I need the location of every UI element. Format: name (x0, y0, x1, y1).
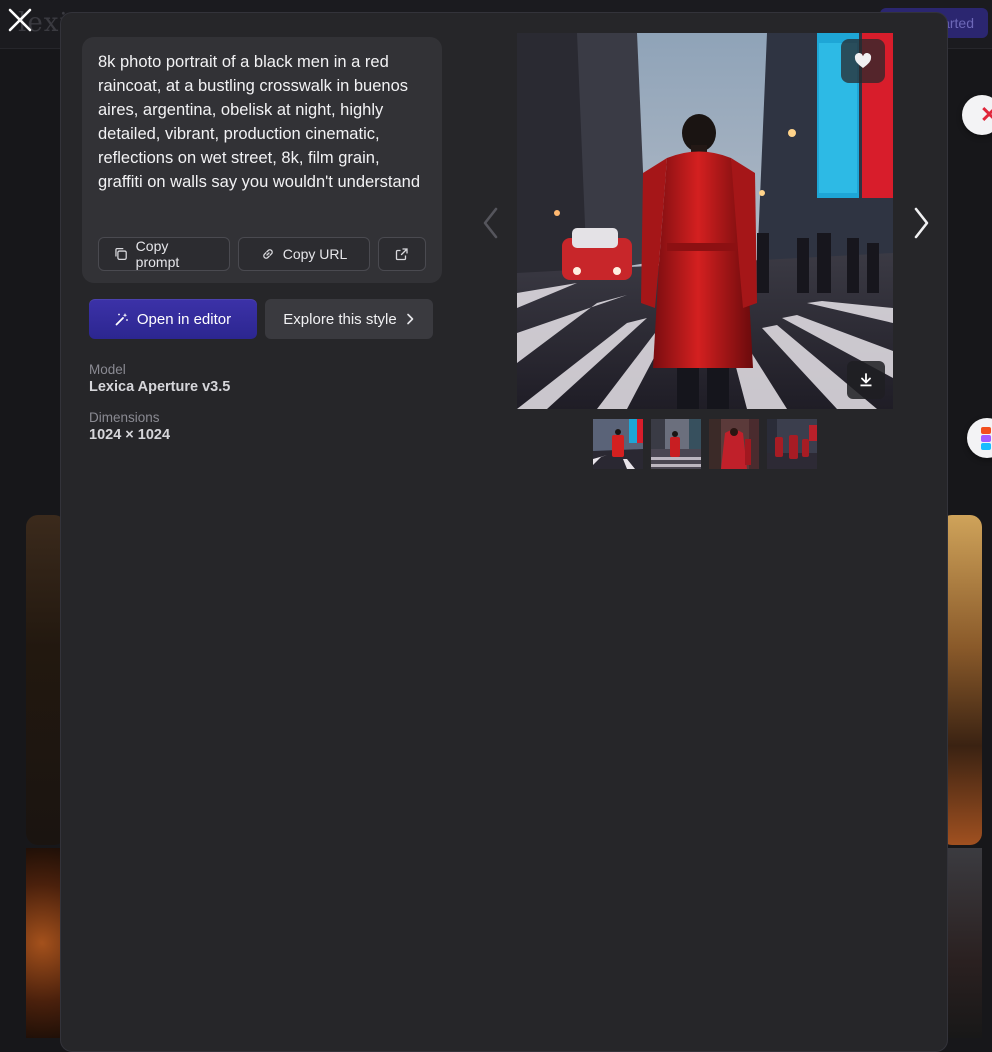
chevron-left-icon (483, 207, 498, 239)
next-image-button[interactable] (909, 203, 933, 243)
download-button[interactable] (847, 361, 885, 399)
thumbnail-1[interactable] (593, 419, 643, 469)
chevron-right-icon (914, 207, 929, 239)
open-in-editor-label: Open in editor (136, 310, 232, 328)
x-logo-icon: ✕ (980, 102, 992, 127)
open-in-editor-button[interactable]: Open in editor (89, 299, 257, 339)
model-value: Lexica Aperture v3.5 (89, 379, 231, 395)
link-icon (262, 249, 273, 259)
background-app-badge (967, 418, 992, 458)
thumbnail-2[interactable] (651, 419, 701, 469)
copy-prompt-button[interactable]: Copy prompt (98, 237, 230, 271)
explore-style-label: Explore this style (283, 310, 397, 328)
model-info: Model Lexica Aperture v3.5 (89, 362, 230, 395)
thumbnail-strip (593, 419, 817, 469)
thumbnail-4[interactable] (767, 419, 817, 469)
dimensions-value: 1024 × 1024 (89, 427, 171, 443)
prompt-text: 8k photo portrait of a black men in a re… (98, 53, 421, 191)
prompt-card: 8k photo portrait of a black men in a re… (82, 37, 442, 283)
close-modal-button[interactable] (6, 6, 34, 34)
dimensions-label: Dimensions (89, 410, 160, 425)
explore-style-button[interactable]: Explore this style (265, 299, 433, 339)
chevron-right-icon (406, 313, 413, 325)
external-link-icon (395, 248, 408, 261)
copy-url-label: Copy URL (282, 246, 348, 262)
figma-logo-icon (981, 427, 991, 450)
previous-image-button[interactable] (479, 203, 503, 243)
close-icon (8, 8, 32, 32)
model-label: Model (89, 362, 126, 377)
download-icon (860, 373, 872, 387)
copy-prompt-label: Copy prompt (135, 238, 180, 270)
open-external-button[interactable] (378, 237, 426, 271)
thumbnail-3[interactable] (709, 419, 759, 469)
favorite-button[interactable] (841, 39, 885, 83)
image-detail-modal: 8k photo portrait of a black men in a re… (60, 12, 948, 1052)
generated-image[interactable] (517, 33, 893, 409)
dimensions-info: Dimensions 1024 × 1024 (89, 410, 170, 443)
magic-wand-icon (115, 313, 128, 326)
generated-image-artwork (517, 33, 893, 409)
background-app-badge: ✕ (962, 95, 992, 135)
copy-url-button[interactable]: Copy URL (238, 237, 370, 271)
copy-icon (115, 247, 127, 261)
heart-icon (854, 53, 872, 68)
